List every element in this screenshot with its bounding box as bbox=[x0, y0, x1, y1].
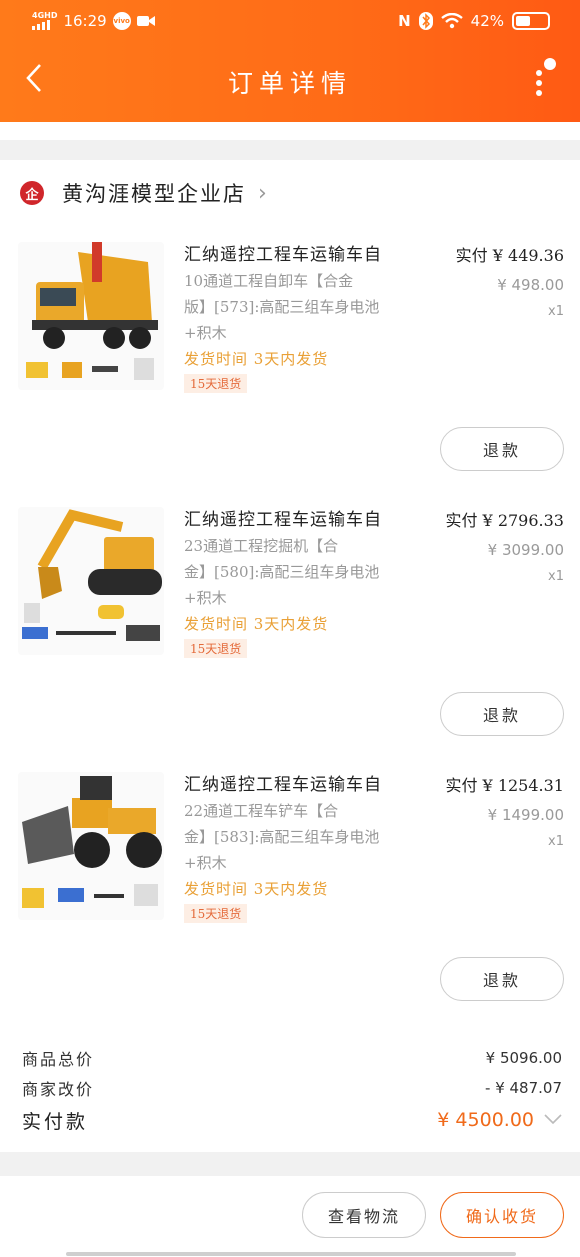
chevron-right-icon: › bbox=[258, 180, 267, 206]
product-spec: 金】[580]:高配三组车身电池 bbox=[184, 563, 380, 581]
order-item[interactable]: 汇纳遥控工程车运输车自 22通道工程车铲车【合 金】[583]:高配三组车身电池… bbox=[0, 772, 580, 1032]
top-strip bbox=[0, 122, 580, 140]
return-tag: 15天退货 bbox=[184, 374, 248, 393]
discount-value: - ¥ 487.07 bbox=[485, 1079, 562, 1097]
battery-percent: 42% bbox=[470, 12, 504, 30]
status-bar: 4GHD 16:29 vivo N 42% bbox=[0, 0, 580, 44]
goods-total-row: 商品总价 ¥ 5096.00 bbox=[22, 1044, 562, 1072]
product-spec: 22通道工程车铲车【合 bbox=[184, 802, 339, 820]
clock: 16:29 bbox=[63, 12, 107, 30]
paid-price: 实付 ¥ 1254.31 bbox=[445, 776, 564, 795]
order-item[interactable]: 汇纳遥控工程车运输车自 10通道工程自卸车【合金 版】[573]:高配三组车身电… bbox=[0, 242, 580, 502]
product-spec: 10通道工程自卸车【合金 bbox=[184, 272, 354, 290]
shop-header[interactable]: 企 黄沟涯模型企业店 › bbox=[20, 178, 267, 208]
app-header: 4GHD 16:29 vivo N 42% 订单详情 bbox=[0, 0, 580, 122]
goods-total-value: ¥ 5096.00 bbox=[485, 1049, 562, 1067]
ship-time: 发货时间 3天内发货 bbox=[184, 350, 329, 368]
paid-total-row[interactable]: 实付款 ¥ 4500.00 bbox=[22, 1106, 562, 1134]
return-tag: 15天退货 bbox=[184, 904, 248, 923]
paid-price: 实付 ¥ 2796.33 bbox=[445, 511, 564, 530]
product-spec: +积木 bbox=[184, 324, 227, 342]
network-label: 4GHD bbox=[32, 11, 58, 20]
bluetooth-icon bbox=[418, 12, 433, 30]
quantity: x1 bbox=[548, 834, 564, 849]
paid-price: 实付 ¥ 449.36 bbox=[455, 246, 564, 265]
product-image-excavator[interactable] bbox=[18, 507, 164, 655]
bottom-action-bar: 查看物流 确认收货 bbox=[0, 1176, 580, 1257]
vivo-badge-icon: vivo bbox=[112, 12, 131, 30]
home-indicator[interactable] bbox=[66, 1252, 516, 1256]
nfc-icon: N bbox=[398, 12, 411, 30]
wifi-icon bbox=[440, 13, 463, 29]
goods-total-label: 商品总价 bbox=[22, 1050, 95, 1069]
order-item[interactable]: 汇纳遥控工程车运输车自 23通道工程挖掘机【合 金】[580]:高配三组车身电池… bbox=[0, 507, 580, 767]
product-spec: 23通道工程挖掘机【合 bbox=[184, 537, 339, 555]
product-image-dump-truck[interactable] bbox=[18, 242, 164, 390]
original-price: ¥ 498.00 bbox=[497, 276, 564, 294]
return-tag: 15天退货 bbox=[184, 639, 248, 658]
notification-dot-icon bbox=[544, 58, 556, 70]
signal-icon: 4GHD bbox=[32, 12, 57, 30]
product-title: 汇纳遥控工程车运输车自 bbox=[184, 245, 382, 265]
video-icon bbox=[136, 16, 155, 26]
page-title: 订单详情 bbox=[227, 69, 352, 98]
paid-total-label: 实付款 bbox=[22, 1110, 89, 1133]
shop-logo-icon: 企 bbox=[20, 181, 44, 205]
product-title: 汇纳遥控工程车运输车自 bbox=[184, 510, 382, 530]
product-image-loader[interactable] bbox=[18, 772, 164, 920]
paid-total-value: ¥ 4500.00 bbox=[437, 1109, 534, 1131]
original-price: ¥ 1499.00 bbox=[487, 806, 564, 824]
battery-icon bbox=[512, 12, 550, 30]
refund-button[interactable]: 退款 bbox=[440, 692, 564, 736]
discount-row: 商家改价 - ¥ 487.07 bbox=[22, 1074, 562, 1102]
product-spec: +积木 bbox=[184, 854, 227, 872]
view-logistics-button[interactable]: 查看物流 bbox=[302, 1192, 426, 1238]
shop-name: 黄沟涯模型企业店 bbox=[62, 182, 246, 206]
original-price: ¥ 3099.00 bbox=[487, 541, 564, 559]
more-dots-icon[interactable] bbox=[528, 58, 556, 102]
quantity: x1 bbox=[548, 304, 564, 319]
ship-time: 发货时间 3天内发货 bbox=[184, 615, 329, 633]
ship-time: 发货时间 3天内发货 bbox=[184, 880, 329, 898]
confirm-receipt-button[interactable]: 确认收货 bbox=[440, 1192, 564, 1238]
product-spec: 金】[583]:高配三组车身电池 bbox=[184, 828, 380, 846]
quantity: x1 bbox=[548, 569, 564, 584]
order-card: 企 黄沟涯模型企业店 › 汇纳遥控工程车运输车自 10通道工程自卸车【合金 版】… bbox=[0, 160, 580, 1152]
refund-button[interactable]: 退款 bbox=[440, 427, 564, 471]
chevron-down-icon[interactable] bbox=[544, 1112, 562, 1128]
product-title: 汇纳遥控工程车运输车自 bbox=[184, 775, 382, 795]
product-spec: 版】[573]:高配三组车身电池 bbox=[184, 298, 380, 316]
product-spec: +积木 bbox=[184, 589, 227, 607]
refund-button[interactable]: 退款 bbox=[440, 957, 564, 1001]
discount-label: 商家改价 bbox=[22, 1080, 95, 1099]
